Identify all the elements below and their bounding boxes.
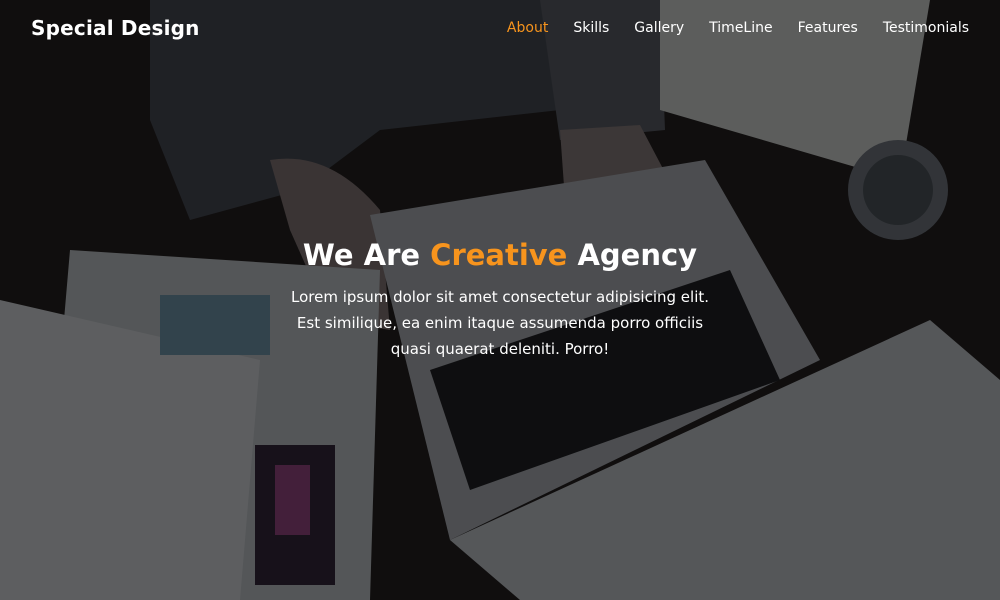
main-nav: About Skills Gallery TimeLine Features T… bbox=[507, 20, 969, 36]
intro-text: Lorem ipsum dolor sit amet consectetur a… bbox=[290, 288, 710, 358]
nav-link-skills[interactable]: Skills bbox=[573, 20, 609, 36]
intro-title-accent: Creative bbox=[430, 238, 568, 272]
nav-link-gallery[interactable]: Gallery bbox=[634, 20, 684, 36]
intro-title-post: Agency bbox=[567, 238, 698, 272]
intro-title-pre: We Are bbox=[302, 238, 431, 272]
hero-section: Special Design About Skills Gallery Time… bbox=[0, 0, 1000, 600]
intro-title: We Are Creative Agency bbox=[0, 238, 1000, 272]
nav-link-about[interactable]: About bbox=[507, 20, 548, 36]
site-logo[interactable]: Special Design bbox=[31, 16, 200, 40]
intro-section: We Are Creative Agency Lorem ipsum dolor… bbox=[0, 238, 1000, 362]
top-navbar: Special Design About Skills Gallery Time… bbox=[0, 0, 1000, 56]
nav-link-features[interactable]: Features bbox=[798, 20, 858, 36]
nav-link-testimonials[interactable]: Testimonials bbox=[883, 20, 969, 36]
nav-link-timeline[interactable]: TimeLine bbox=[709, 20, 772, 36]
